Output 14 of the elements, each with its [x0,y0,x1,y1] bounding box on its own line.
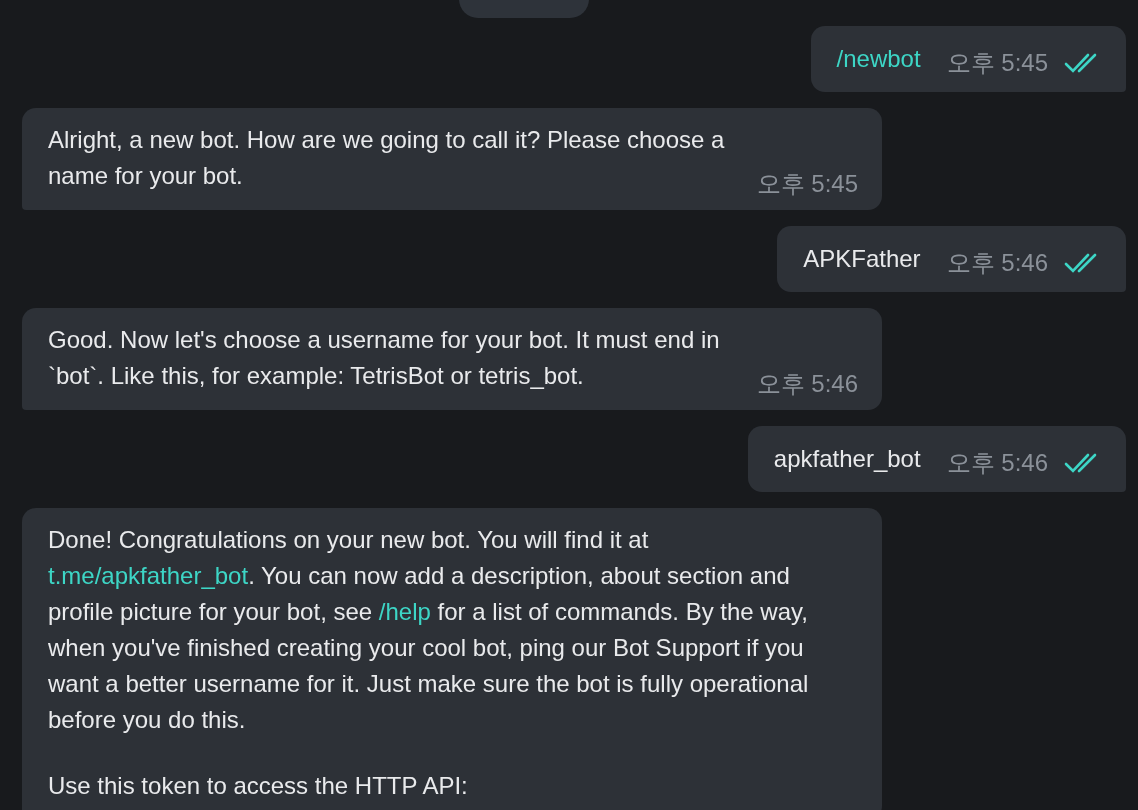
message-text: Done! Congratulations on your new bot. You will find it at t.me/apkfather_bot. You can now add a description, about section and profile picture for your bot, see /help for a list of commands. By the way, when you've finished creating your cool bot, ping our Bot Support if you want a better username for it. Just make sure the bot is fully operational before you do this. [48,525,810,735]
command-link[interactable]: /newbot [836,45,921,72]
message-text: Good. Now let's choose a username for your bot. It must end in `bot`. Like this, for example: TetrisBot or tetris_bot. [48,325,721,391]
message-text: APKFather [803,244,921,274]
message-time: 오후 5:45 [756,169,858,199]
message-time: 오후 5:46 [946,448,1048,478]
link[interactable]: t.me/apkfather_bot [48,562,249,589]
message-time: 오후 5:46 [946,248,1048,278]
command-link[interactable]: /help [378,598,431,625]
message-time: 오후 5:46 [756,369,858,399]
message-text: apkfather_bot [773,444,921,474]
message-text: Alright, a new bot. How are we going to call it? Please choose a name for your bot. [48,125,726,191]
message-text: Use this token to access the HTTP API: [48,771,469,801]
message-time: 오후 5:45 [946,48,1048,78]
